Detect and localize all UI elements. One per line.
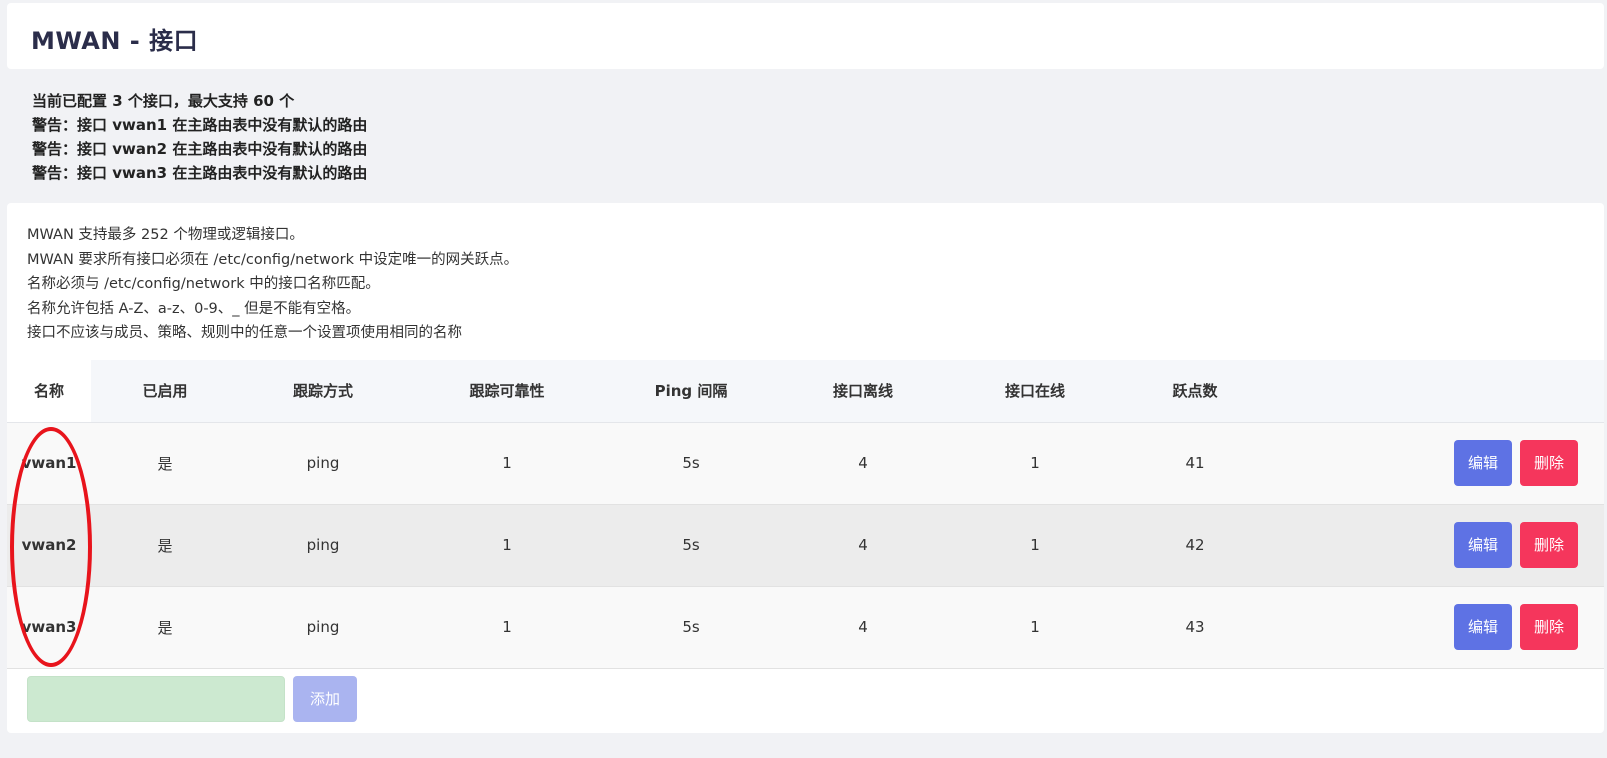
- section-description: MWAN 支持最多 252 个物理或逻辑接口。 MWAN 要求所有接口必须在 /…: [27, 223, 518, 346]
- new-interface-name-input[interactable]: [27, 676, 285, 722]
- cell-interface-up: 1: [951, 504, 1119, 587]
- cell-ping-interval: 5s: [607, 504, 775, 587]
- title-card: MWAN - 接口: [7, 3, 1604, 69]
- cell-track-method: ping: [239, 422, 407, 505]
- status-messages: 当前已配置 3 个接口，最大支持 60 个 警告：接口 vwan1 在主路由表中…: [32, 89, 367, 185]
- description-line: 接口不应该与成员、策略、规则中的任意一个设置项使用相同的名称: [27, 325, 462, 341]
- page-title: MWAN - 接口: [31, 27, 199, 55]
- header-actions: [1271, 360, 1604, 423]
- description-line: 名称必须与 /etc/config/network 中的接口名称匹配。: [27, 276, 380, 292]
- description-line: 名称允许包括 A-Z、a-z、0-9、_ 但是不能有空格。: [27, 300, 361, 317]
- status-line-warning: 警告：接口 vwan3 在主路由表中没有默认的路由: [32, 164, 368, 182]
- cell-interface-down: 4: [775, 586, 951, 669]
- cell-enabled: 是: [91, 422, 239, 505]
- delete-button[interactable]: 删除: [1519, 604, 1578, 650]
- cell-track-method: ping: [239, 586, 407, 669]
- cell-reliability: 1: [407, 422, 607, 505]
- cell-metric: 41: [1119, 422, 1271, 505]
- cell-name: vwan1: [7, 422, 91, 505]
- cell-interface-up: 1: [951, 586, 1119, 669]
- status-line-warning: 警告：接口 vwan1 在主路由表中没有默认的路由: [32, 116, 368, 134]
- header-ping-interval: Ping 间隔: [607, 360, 775, 423]
- status-line-warning: 警告：接口 vwan2 在主路由表中没有默认的路由: [32, 140, 368, 158]
- cell-metric: 43: [1119, 586, 1271, 669]
- description-line: MWAN 支持最多 252 个物理或逻辑接口。: [27, 227, 304, 243]
- table-row: vwan3 是 ping 1 5s 4 1 43 编辑 删除: [7, 586, 1604, 669]
- cell-track-method: ping: [239, 504, 407, 587]
- interfaces-card: MWAN 支持最多 252 个物理或逻辑接口。 MWAN 要求所有接口必须在 /…: [7, 203, 1604, 733]
- cell-name: vwan2: [7, 504, 91, 587]
- header-track-method: 跟踪方式: [239, 360, 407, 423]
- edit-button[interactable]: 编辑: [1453, 440, 1512, 486]
- cell-enabled: 是: [91, 586, 239, 669]
- cell-interface-down: 4: [775, 422, 951, 505]
- header-interface-up: 接口在线: [951, 360, 1119, 423]
- cell-actions: 编辑 删除: [1271, 504, 1604, 587]
- header-name: 名称: [7, 360, 91, 423]
- table-row: vwan1 是 ping 1 5s 4 1 41 编辑 删除: [7, 422, 1604, 505]
- header-metric: 跃点数: [1119, 360, 1271, 423]
- edit-button[interactable]: 编辑: [1453, 522, 1512, 568]
- cell-name: vwan3: [7, 586, 91, 669]
- cell-interface-down: 4: [775, 504, 951, 587]
- header-reliability: 跟踪可靠性: [407, 360, 607, 423]
- add-button[interactable]: 添加: [293, 676, 357, 722]
- cell-metric: 42: [1119, 504, 1271, 587]
- cell-actions: 编辑 删除: [1271, 586, 1604, 669]
- cell-reliability: 1: [407, 586, 607, 669]
- status-line-count: 当前已配置 3 个接口，最大支持 60 个: [32, 92, 295, 110]
- header-interface-down: 接口离线: [775, 360, 951, 423]
- delete-button[interactable]: 删除: [1519, 522, 1578, 568]
- cell-ping-interval: 5s: [607, 422, 775, 505]
- interfaces-table: 名称 已启用 跟踪方式 跟踪可靠性 Ping 间隔 接口离线 接口在线 跃点数 …: [7, 360, 1604, 669]
- description-line: MWAN 要求所有接口必须在 /etc/config/network 中设定唯一…: [27, 251, 519, 268]
- edit-button[interactable]: 编辑: [1453, 604, 1512, 650]
- cell-interface-up: 1: [951, 422, 1119, 505]
- cell-actions: 编辑 删除: [1271, 422, 1604, 505]
- table-row: vwan2 是 ping 1 5s 4 1 42 编辑 删除: [7, 504, 1604, 587]
- cell-reliability: 1: [407, 504, 607, 587]
- cell-ping-interval: 5s: [607, 586, 775, 669]
- delete-button[interactable]: 删除: [1519, 440, 1578, 486]
- table-header-row: 名称 已启用 跟踪方式 跟踪可靠性 Ping 间隔 接口离线 接口在线 跃点数: [7, 360, 1604, 423]
- cell-enabled: 是: [91, 504, 239, 587]
- header-enabled: 已启用: [91, 360, 239, 423]
